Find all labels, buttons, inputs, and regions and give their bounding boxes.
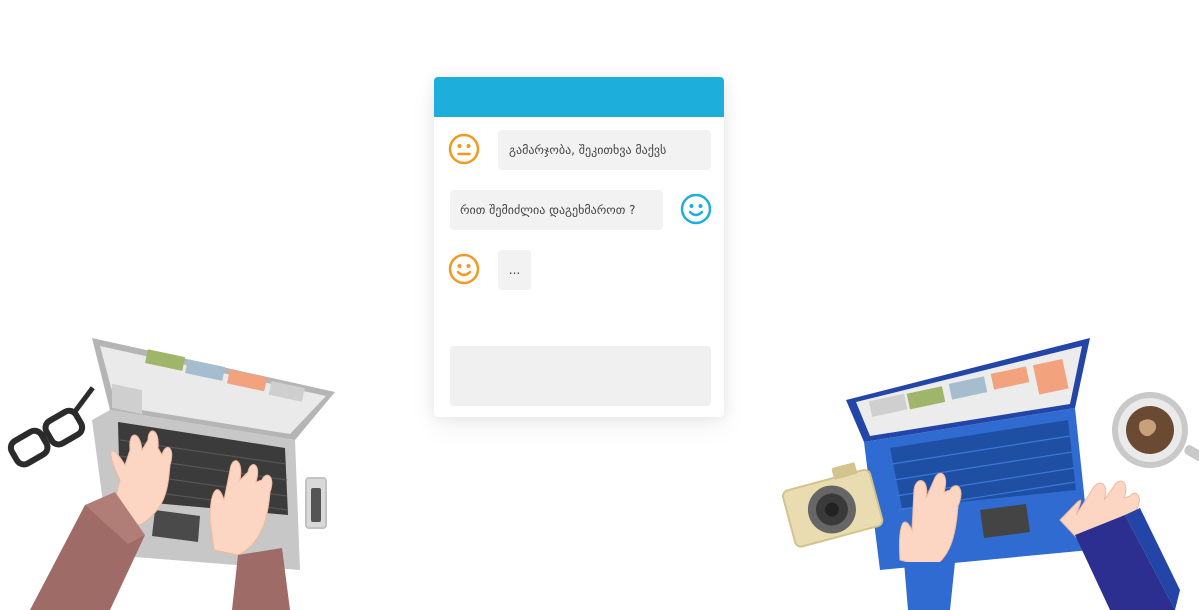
message-bubble-visitor: გამარჯობა, შეკითხვა მაქვს (498, 130, 711, 170)
right-laptop (846, 338, 1090, 570)
left-workspace-illustration (7, 338, 335, 610)
smiley-face-icon (448, 253, 480, 285)
message-input[interactable] (450, 346, 711, 406)
camera-icon (782, 462, 884, 548)
message-bubble-agent: რით შემიძლია დაგეხმაროთ ? (450, 190, 663, 230)
smiley-face-icon (680, 193, 712, 225)
right-workspace-illustration (782, 338, 1199, 610)
chat-header (434, 77, 724, 117)
usb-stick-icon (305, 477, 327, 529)
chat-widget: გამარჯობა, შეკითხვა მაქვს რით შემიძლია დ… (434, 77, 724, 417)
typing-indicator-bubble: ... (498, 250, 531, 290)
neutral-face-icon (448, 133, 480, 165)
coffee-cup-icon (1112, 392, 1199, 468)
